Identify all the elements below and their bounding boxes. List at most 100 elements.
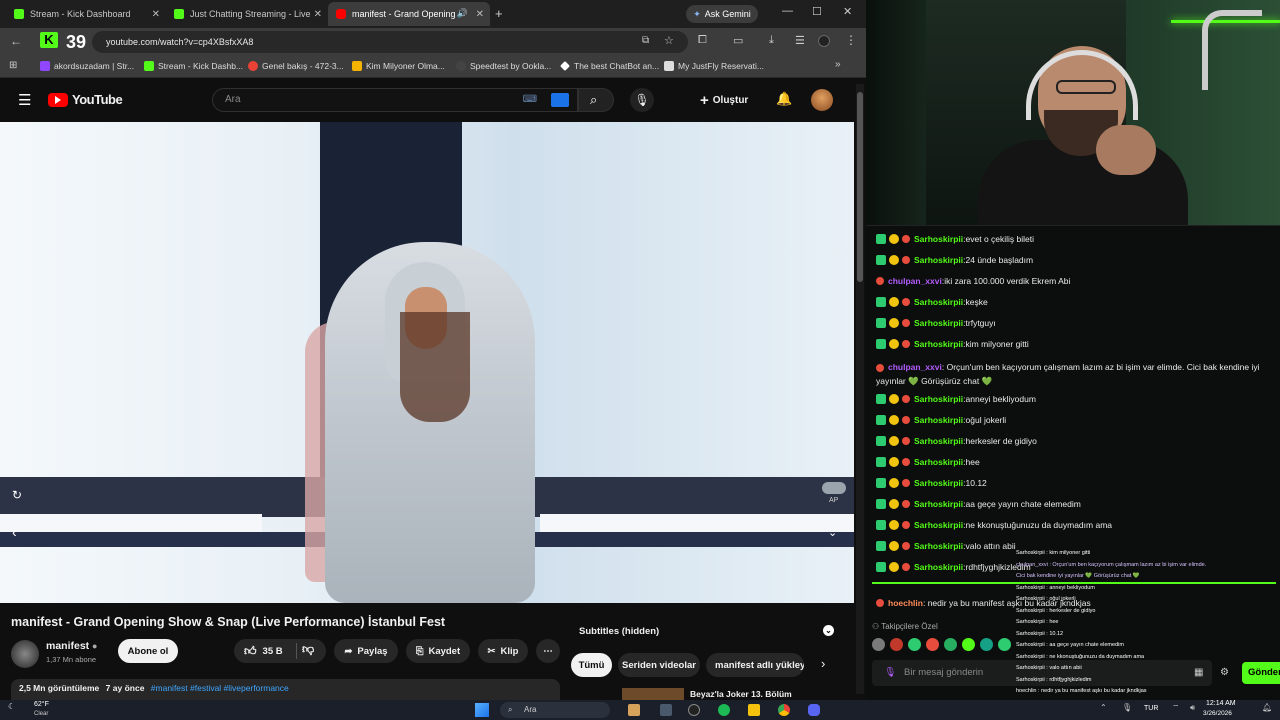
emote-icon[interactable] <box>962 638 975 651</box>
notifications-bell-icon[interactable]: 🔔 <box>776 91 792 107</box>
hamburger-menu-icon[interactable]: ☰ <box>18 91 31 109</box>
microphone-icon[interactable]: 🎙︎ <box>884 660 896 686</box>
filter-chip-all[interactable]: Tümü <box>571 653 612 677</box>
app-icon[interactable] <box>628 704 640 716</box>
taskbar-search[interactable]: ⌕ Ara <box>500 702 610 718</box>
keyboard-icon[interactable]: ⌨ <box>523 89 537 111</box>
chat-username[interactable]: hoechlin <box>888 598 923 608</box>
previous-chevron-icon[interactable]: ‹ <box>12 524 17 540</box>
close-window-icon[interactable]: ✕ <box>843 5 852 18</box>
tab-just-chatting[interactable]: Just Chatting Streaming - Live ✕ <box>166 2 328 26</box>
close-icon[interactable]: ✕ <box>476 9 484 20</box>
back-icon[interactable]: ← <box>10 34 22 48</box>
next-video-thumbnail[interactable] <box>622 688 684 700</box>
bookmark-item[interactable]: Genel bakış - 472-3... <box>248 61 344 71</box>
ask-gemini-button[interactable]: ✦ Ask Gemini <box>686 5 758 23</box>
chat-username[interactable]: Sarhoskirpii <box>914 415 963 425</box>
discord-icon[interactable] <box>808 704 820 716</box>
chat-username[interactable]: Sarhoskirpii <box>914 255 963 265</box>
extensions-icon[interactable]: ⧠ <box>698 34 707 47</box>
spotify-icon[interactable] <box>718 704 730 716</box>
notifications-bell-icon[interactable]: 🔔︎ <box>1262 703 1272 712</box>
close-icon[interactable]: ✕ <box>314 9 322 20</box>
app-icon[interactable] <box>688 704 700 716</box>
more-menu-icon[interactable]: ⋮ <box>845 33 857 47</box>
clock-time[interactable]: 12:14 AM <box>1206 700 1236 707</box>
emote-icon[interactable] <box>890 638 903 651</box>
emote-icon[interactable] <box>998 638 1011 651</box>
cast-icon[interactable]: ⧉ <box>642 35 649 46</box>
windows-start-icon[interactable] <box>475 703 489 717</box>
more-bookmarks-icon[interactable]: » <box>835 59 841 70</box>
microphone-icon[interactable]: 🎙︎ <box>1122 703 1132 712</box>
app-icon[interactable] <box>660 704 672 716</box>
bookmark-item[interactable]: My JustFly Reservati... <box>664 61 764 71</box>
profile-icon[interactable] <box>818 35 830 47</box>
chat-username[interactable]: Sarhoskirpii <box>914 318 963 328</box>
chat-username[interactable]: chulpan_xxvi <box>888 276 942 286</box>
weather-icon[interactable]: ☾ <box>8 702 15 711</box>
file-explorer-icon[interactable] <box>748 704 760 716</box>
speaker-icon[interactable]: 🔊 <box>457 8 468 19</box>
next-video-title[interactable]: Beyaz'la Joker 13. Bölüm <box>690 689 792 699</box>
search-input[interactable]: Ara ⌨ <box>212 88 578 112</box>
url-input[interactable]: youtube.com/watch?v=cp4XBsfxXA8 <box>92 31 688 53</box>
bookmark-item[interactable]: Stream - Kick Dashb... <box>144 61 243 71</box>
scrollbar-thumb[interactable] <box>857 92 863 282</box>
bookmark-item[interactable]: Kim Milyoner Olma... <box>352 61 445 71</box>
chat-username[interactable]: Sarhoskirpii <box>914 234 963 244</box>
like-button[interactable]: 👍︎ 35 B 👎︎ <box>234 639 326 663</box>
create-button[interactable]: + Oluştur <box>700 89 748 111</box>
expand-chevron-icon[interactable]: ⌄ <box>828 526 837 539</box>
subtitles-panel[interactable]: Subtitles (hidden) ⌄ <box>571 619 837 645</box>
apps-icon[interactable]: ⊞ <box>9 60 17 71</box>
page-scrollbar[interactable] <box>856 84 864 694</box>
chevron-down-icon[interactable]: ⌄ <box>823 625 834 636</box>
chat-username[interactable]: Sarhoskirpii <box>914 499 963 509</box>
emote-icon[interactable] <box>980 638 993 651</box>
weather-temp[interactable]: 62°F <box>34 701 49 708</box>
emote-icon[interactable] <box>926 638 939 651</box>
close-icon[interactable]: ✕ <box>152 9 160 20</box>
tab-kick-dashboard[interactable]: Stream - Kick Dashboard ✕ <box>6 2 166 26</box>
maximize-icon[interactable]: ☐ <box>812 5 822 18</box>
chevron-right-icon[interactable]: › <box>821 656 825 671</box>
emote-icon[interactable] <box>908 638 921 651</box>
chat-username[interactable]: Sarhoskirpii <box>914 541 963 551</box>
bookmark-item[interactable]: The best ChatBot an... <box>560 61 659 71</box>
emote-icon[interactable] <box>944 638 957 651</box>
wifi-icon[interactable]: ⌔ <box>1172 703 1180 713</box>
voice-search-button[interactable]: 🎙 <box>630 88 654 112</box>
chat-username[interactable]: Sarhoskirpii <box>914 520 963 530</box>
bookmark-star-icon[interactable]: ☆ <box>664 34 674 47</box>
replay-icon[interactable]: ↻ <box>12 488 22 502</box>
bookmark-item[interactable]: Speedtest by Ookla... <box>456 61 551 71</box>
language-indicator[interactable]: TUR <box>1144 705 1158 712</box>
hashtags[interactable]: #manifest #festival #liveperformance <box>151 683 289 693</box>
media-icon[interactable]: ☰ <box>795 34 805 47</box>
download-icon[interactable]: ⤓ <box>769 34 774 47</box>
channel-name[interactable]: manifest <box>46 640 89 652</box>
clip-button[interactable]: ✂ Klip <box>478 639 528 663</box>
minimize-icon[interactable]: — <box>782 5 793 17</box>
bookmark-item[interactable]: akordsuzadam | Str... <box>40 61 134 71</box>
subscribe-button[interactable]: Abone ol <box>118 639 178 663</box>
description-box[interactable]: 2,5 Mn görüntüleme 7 ay önce #manifest #… <box>11 679 560 700</box>
new-tab-button[interactable]: + <box>495 6 503 21</box>
search-by-image-icon[interactable] <box>551 93 569 107</box>
channel-avatar[interactable] <box>11 640 39 668</box>
chat-username[interactable]: Sarhoskirpii <box>914 457 963 467</box>
chat-username[interactable]: Sarhoskirpii <box>914 394 963 404</box>
share-button[interactable]: ➦ Paylaş <box>334 639 398 663</box>
tab-search-icon[interactable]: ▭ <box>733 34 743 47</box>
filter-chip-series[interactable]: Seriden videolar <box>618 653 700 677</box>
chrome-icon[interactable] <box>778 704 790 716</box>
autoplay-toggle[interactable] <box>822 482 846 494</box>
emote-icon[interactable] <box>872 638 885 651</box>
video-player[interactable]: ↻ AP ‹ ⌄ <box>0 122 854 603</box>
more-actions-button[interactable]: ⋯ <box>536 639 560 663</box>
avatar[interactable] <box>811 89 833 111</box>
chat-username[interactable]: Sarhoskirpii <box>914 562 963 572</box>
thumbs-down-icon[interactable]: 👎︎ <box>302 642 314 657</box>
chat-username[interactable]: chulpan_xxvi <box>888 362 942 372</box>
